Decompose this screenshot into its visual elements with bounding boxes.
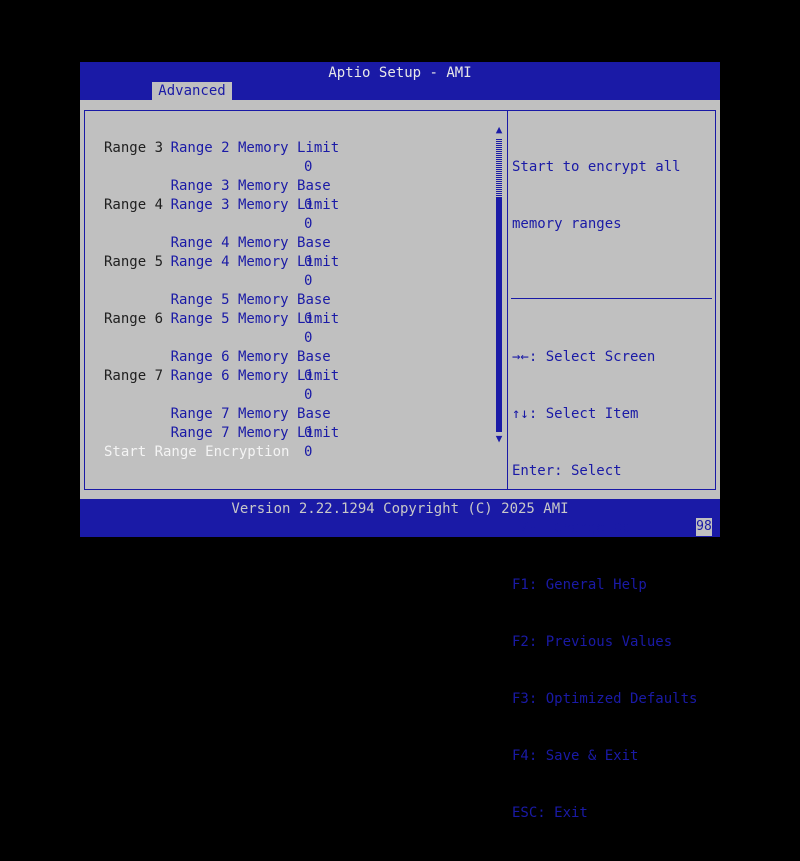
setting-range5-memory-limit[interactable]: Range 5 Memory Limit 0	[120, 291, 340, 346]
key-select-item: ↑↓: Select Item	[512, 406, 639, 422]
version-footer: Version 2.22.1294 Copyright (C) 2025 AMI	[231, 501, 569, 517]
key-f2: F2: Previous Values	[512, 634, 673, 650]
bios-screen: Aptio Setup - AMI Advanced Range 2 Memor…	[80, 62, 720, 821]
setting-label: Range 2 Memory Limit	[170, 140, 340, 156]
setting-label: Range 5 Memory Limit	[170, 311, 340, 327]
key-f1: F1: General Help	[512, 577, 647, 593]
start-range-encryption-item[interactable]: Start Range Encryption	[104, 443, 289, 462]
setting-range2-memory-limit[interactable]: Range 2 Memory Limit 0	[120, 120, 340, 175]
section-range3: Range 3	[104, 140, 164, 156]
setting-value[interactable]: 0	[304, 443, 312, 462]
tab-advanced[interactable]: Advanced	[152, 82, 232, 101]
setting-range6-memory-limit[interactable]: Range 6 Memory Limit 0	[120, 348, 340, 403]
key-enter: Enter: Select	[512, 463, 622, 479]
section-range7: Range 7	[104, 368, 164, 384]
key-legend: →←: Select Screen ↑↓: Select Item Enter:…	[512, 310, 712, 861]
main-panel: Range 2 Memory Limit 0 Range 3 Range 3 M…	[80, 100, 720, 821]
key-f3: F3: Optimized Defaults	[512, 691, 698, 707]
setting-range7-memory-limit[interactable]: Range 7 Memory Limit 0	[120, 405, 340, 460]
section-range5: Range 5	[104, 254, 164, 270]
vertical-divider	[507, 110, 508, 490]
setting-range6-memory-base[interactable]: Range 6 Memory Base 0	[120, 329, 331, 384]
help-description-line: Start to encrypt all	[512, 159, 681, 175]
key-esc: ESC: Exit	[512, 805, 588, 821]
help-description: Start to encrypt all memory ranges	[512, 120, 712, 272]
section-range6: Range 6	[104, 311, 164, 327]
scrollbar[interactable]: ▲ ▼	[494, 124, 504, 444]
help-description-line: memory ranges	[512, 216, 622, 232]
status-badge: 98	[696, 518, 712, 536]
setting-range7-memory-base[interactable]: Range 7 Memory Base 0	[120, 386, 331, 441]
setting-range5-memory-base[interactable]: Range 5 Memory Base 0	[120, 272, 331, 327]
setting-range4-memory-limit[interactable]: Range 4 Memory Limit 0	[120, 234, 340, 289]
setting-label: Range 6 Memory Limit	[170, 368, 340, 384]
section-range4: Range 4	[104, 197, 164, 213]
setting-range3-memory-base[interactable]: Range 3 Memory Base 0	[120, 158, 331, 213]
scroll-up-icon[interactable]: ▲	[494, 124, 504, 135]
help-divider	[511, 298, 712, 299]
setting-range4-memory-base[interactable]: Range 4 Memory Base 0	[120, 215, 331, 270]
key-change-opt: +/-: Change Opt.	[512, 520, 647, 536]
setting-range3-memory-limit[interactable]: Range 3 Memory Limit 0	[120, 177, 340, 232]
scroll-down-icon[interactable]: ▼	[494, 433, 504, 444]
app-title: Aptio Setup - AMI	[328, 65, 472, 81]
setting-label: Range 4 Memory Limit	[170, 254, 340, 270]
key-select-screen: →←: Select Screen	[512, 349, 656, 365]
scrollbar-thumb[interactable]	[496, 138, 502, 198]
setting-label: Range 7 Memory Limit	[170, 425, 340, 441]
setting-label: Range 3 Memory Limit	[170, 197, 340, 213]
key-f4: F4: Save & Exit	[512, 748, 639, 764]
